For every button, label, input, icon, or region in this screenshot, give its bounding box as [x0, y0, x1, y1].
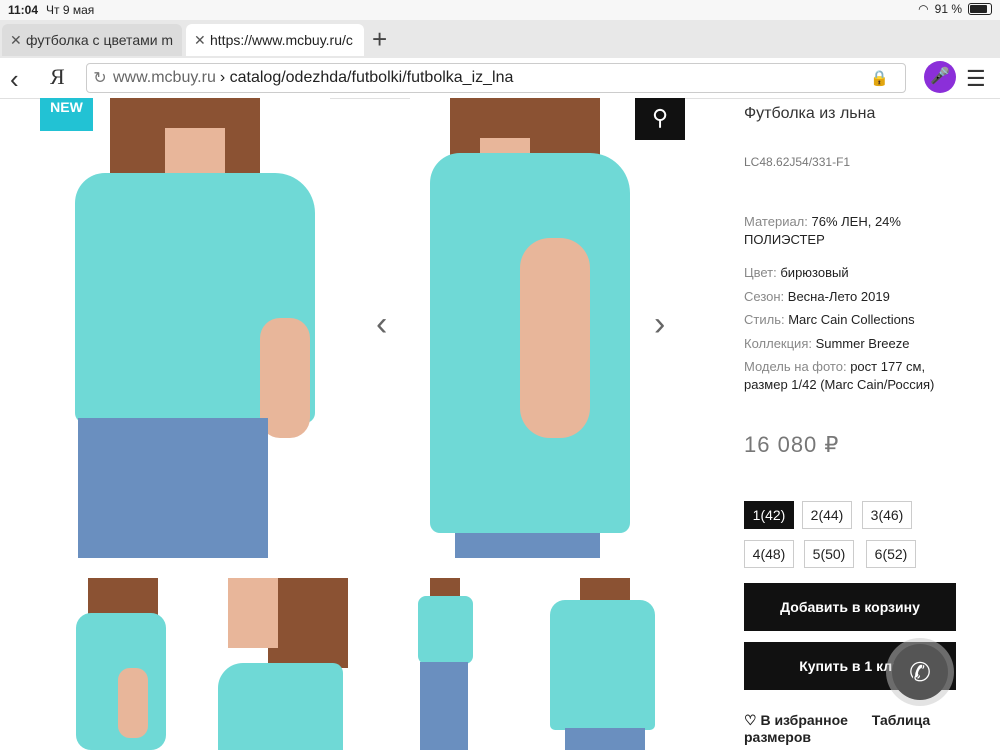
- tab-1[interactable]: ✕ футболка с цветами m: [2, 24, 182, 56]
- spec-collection-value: Summer Breeze: [815, 336, 910, 351]
- thumbnail-1[interactable]: [58, 578, 188, 750]
- spec-collection-key: Коллекция:: [744, 336, 816, 351]
- status-bar: 11:04 Чт 9 мая ◠ 91 %: [0, 0, 1000, 20]
- favorites-label: В избранное: [760, 712, 848, 728]
- product-title: Футболка из льна: [744, 105, 876, 122]
- address-bar: ‹ Я ↻ www.mcbuy.ru › catalog/odezhda/fut…: [0, 58, 1000, 99]
- zoom-button[interactable]: ⚲: [635, 98, 685, 140]
- spec-model: Модель на фото: рост 177 см, размер 1/42…: [744, 358, 944, 394]
- back-button[interactable]: ‹: [10, 64, 19, 95]
- thumbnail-2[interactable]: [218, 578, 348, 750]
- tab-2-label: https://www.mcbuy.ru/c: [210, 32, 353, 48]
- search-icon: ⚲: [651, 105, 669, 130]
- close-tab-icon[interactable]: ✕: [10, 32, 22, 49]
- spec-season: Сезон: Весна-Лето 2019: [744, 288, 890, 306]
- callback-button[interactable]: ✆: [892, 644, 948, 700]
- size-option-1[interactable]: 1(42): [744, 501, 794, 529]
- spec-season-value: Весна-Лето 2019: [787, 289, 890, 304]
- prev-photo-arrow[interactable]: ‹: [376, 305, 387, 344]
- product-photo-side: [410, 98, 640, 558]
- menu-button[interactable]: ☰: [966, 66, 986, 92]
- size-option-4[interactable]: 4(48): [744, 540, 794, 568]
- spec-color-key: Цвет:: [744, 265, 781, 280]
- status-time: 11:04: [8, 3, 39, 17]
- spec-material-key: Материал:: [744, 214, 812, 229]
- spec-style-key: Стиль:: [744, 312, 789, 327]
- next-photo-arrow[interactable]: ›: [654, 305, 665, 344]
- voice-search-button[interactable]: 🎤: [924, 61, 956, 93]
- spec-season-key: Сезон:: [744, 289, 788, 304]
- tab-1-label: футболка с цветами m: [26, 32, 174, 48]
- heart-icon: ♡: [744, 712, 757, 728]
- spec-material: Материал: 76% ЛЕН, 24% ПОЛИЭСТЕР: [744, 213, 934, 249]
- wifi-icon: ◠: [918, 2, 929, 16]
- product-sku: LC48.62J54/331-F1: [744, 155, 851, 169]
- url-path: › catalog/odezhda/futbolki/futbolka_iz_l…: [219, 69, 514, 86]
- spec-style: Стиль: Marc Cain Collections: [744, 311, 915, 329]
- size-option-2[interactable]: 2(44): [802, 501, 852, 529]
- status-date: Чт 9 мая: [46, 3, 95, 17]
- thumbnail-3[interactable]: [380, 578, 510, 750]
- phone-icon: ✆: [909, 657, 931, 687]
- spec-color: Цвет: бирюзовый: [744, 264, 849, 282]
- battery-icon: [968, 3, 992, 15]
- spec-collection: Коллекция: Summer Breeze: [744, 335, 910, 353]
- product-photo-front: [70, 98, 330, 558]
- favorites-link[interactable]: ♡ В избранное Таблица размеров: [744, 712, 1000, 745]
- tab-bar: ✕ футболка с цветами m ✕ https://www.mcb…: [0, 20, 1000, 59]
- spec-model-key: Модель на фото:: [744, 359, 851, 374]
- yandex-logo-button[interactable]: Я: [50, 64, 65, 90]
- tab-2[interactable]: ✕ https://www.mcbuy.ru/c: [186, 24, 364, 56]
- reload-icon[interactable]: ↻: [87, 68, 113, 88]
- spec-color-value: бирюзовый: [780, 265, 849, 280]
- add-to-cart-button[interactable]: Добавить в корзину: [744, 583, 956, 631]
- microphone-icon: 🎤: [930, 68, 950, 85]
- spec-style-value: Marc Cain Collections: [788, 312, 915, 327]
- status-right: ◠ 91 %: [918, 2, 992, 16]
- size-option-5[interactable]: 5(50): [804, 540, 854, 568]
- product-price: 16 080 ₽: [744, 432, 840, 457]
- size-option-3[interactable]: 3(46): [862, 501, 912, 529]
- url-host: www.mcbuy.ru: [113, 69, 216, 86]
- lock-icon: 🔒: [870, 70, 889, 87]
- size-option-6[interactable]: 6(52): [866, 540, 916, 568]
- new-tab-button[interactable]: +: [372, 24, 387, 54]
- new-badge: NEW: [40, 98, 93, 131]
- url-field[interactable]: ↻ www.mcbuy.ru › catalog/odezhda/futbolk…: [86, 63, 906, 93]
- thumbnail-4[interactable]: [540, 578, 670, 750]
- battery-percent: 91 %: [934, 2, 962, 16]
- close-tab-icon[interactable]: ✕: [194, 32, 206, 49]
